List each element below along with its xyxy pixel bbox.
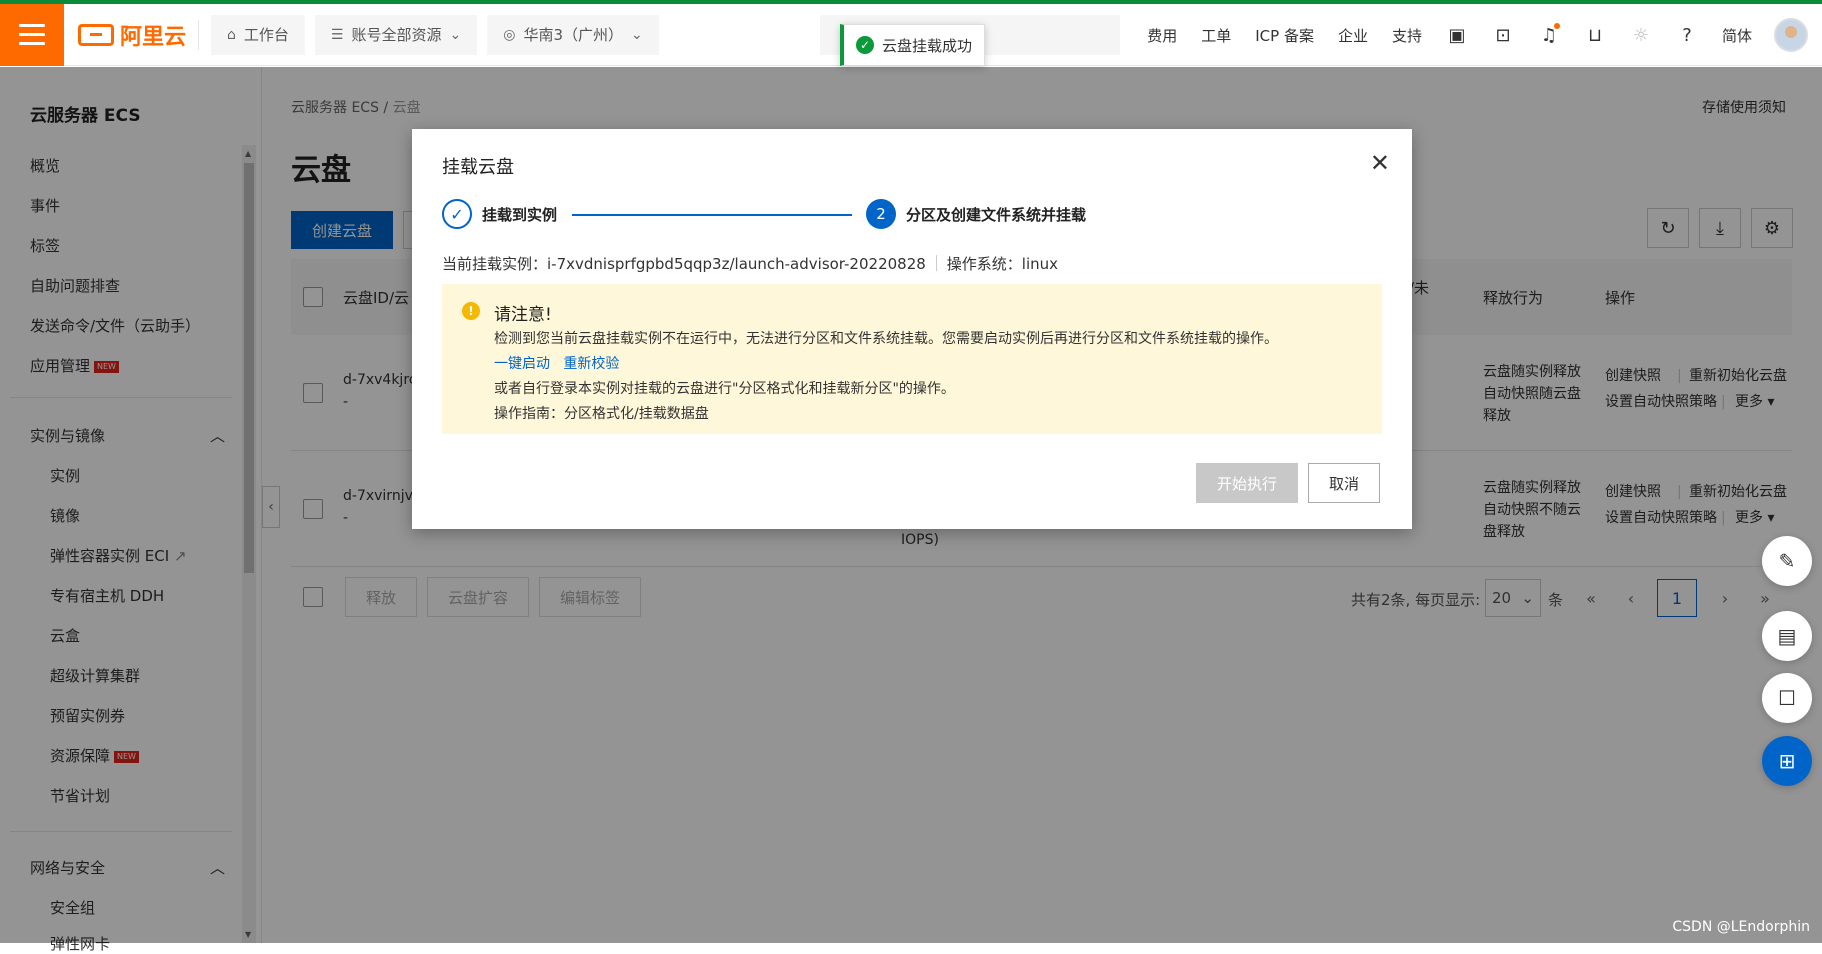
book-icon[interactable]: ▤ bbox=[1762, 611, 1812, 661]
warning-icon: ! bbox=[462, 302, 480, 320]
success-toast: ✓ 云盘挂载成功 bbox=[840, 24, 985, 66]
revalidate-link[interactable]: 重新校验 bbox=[563, 356, 619, 372]
help-icon[interactable]: ? bbox=[1664, 25, 1710, 46]
step-check-icon: ✓ bbox=[442, 199, 472, 229]
divider bbox=[936, 255, 937, 271]
terminal-icon[interactable]: ⊡ bbox=[1480, 25, 1526, 46]
mount-disk-modal: 挂载云盘 ✕ ✓ 挂载到实例 2 分区及创建文件系统并挂载 当前挂载实例：i-7… bbox=[412, 129, 1412, 529]
warning-text: 检测到您当前云盘挂载实例不在运行中，无法进行分区和文件系统挂载。您需要启动实例后… bbox=[494, 328, 1278, 348]
warning-actions: 一键启动 重新校验 bbox=[494, 353, 619, 373]
nav-fees[interactable]: 费用 bbox=[1135, 25, 1189, 46]
nav-enterprise[interactable]: 企业 bbox=[1326, 25, 1380, 46]
watermark: CSDN @LEndorphin bbox=[1672, 919, 1810, 935]
brand-name: 阿里云 bbox=[120, 19, 186, 51]
step1-label: 挂载到实例 bbox=[482, 204, 557, 225]
app-icon[interactable]: ▣ bbox=[1434, 25, 1480, 46]
start-instance-link[interactable]: 一键启动 bbox=[494, 356, 550, 372]
instance-label: 当前挂载实例：i-7xvdnisprfgpbd5qqp3z/launch-adv… bbox=[442, 253, 926, 274]
warning-text-manual: 或者自行登录本实例对挂载的云盘进行"分区格式化和挂载新分区"的操作。 bbox=[494, 378, 955, 398]
modal-title: 挂载云盘 bbox=[442, 153, 514, 179]
nav-support[interactable]: 支持 bbox=[1380, 25, 1434, 46]
cart-icon[interactable]: ⊔ bbox=[1572, 25, 1618, 46]
account-resources-label: 账号全部资源 bbox=[351, 24, 441, 45]
start-execute-button[interactable]: 开始执行 bbox=[1196, 463, 1298, 503]
instance-info: 当前挂载实例：i-7xvdnisprfgpbd5qqp3z/launch-adv… bbox=[442, 253, 1058, 274]
avatar[interactable] bbox=[1774, 18, 1808, 52]
language-switch[interactable]: 简体 bbox=[1710, 25, 1764, 46]
edit-icon[interactable]: ✎ bbox=[1762, 536, 1812, 586]
resources-icon: ☰ bbox=[331, 27, 344, 43]
aliyun-logo[interactable]: 阿里云 bbox=[78, 19, 186, 51]
warning-box: ! 请注意! 检测到您当前云盘挂载实例不在运行中，无法进行分区和文件系统挂载。您… bbox=[442, 284, 1382, 434]
warning-title: 请注意! bbox=[494, 300, 552, 325]
workbench-label: 工作台 bbox=[244, 24, 289, 45]
lightbulb-icon[interactable]: ☼ bbox=[1618, 25, 1664, 46]
region-dropdown[interactable]: ◎ 华南3（广州） ⌄ bbox=[487, 15, 659, 55]
step2-label: 分区及创建文件系统并挂载 bbox=[906, 204, 1086, 225]
workbench-button[interactable]: ⌂ 工作台 bbox=[211, 15, 305, 55]
location-icon: ◎ bbox=[503, 27, 515, 43]
step2-number: 2 bbox=[866, 199, 896, 229]
cancel-button[interactable]: 取消 bbox=[1308, 463, 1380, 503]
logo-mark-icon bbox=[78, 24, 114, 46]
close-icon[interactable]: ✕ bbox=[1370, 149, 1390, 177]
guide-link[interactable]: 操作指南：分区格式化/挂载数据盘 bbox=[494, 403, 709, 423]
nav-icp[interactable]: ICP 备案 bbox=[1243, 25, 1326, 46]
menu-icon[interactable] bbox=[0, 4, 64, 66]
top-right-nav: 费用 工单 ICP 备案 企业 支持 ▣ ⊡ ♫ ⊔ ☼ ? 简体 bbox=[1135, 4, 1822, 66]
chat-icon[interactable]: ☐ bbox=[1762, 673, 1812, 723]
check-circle-icon: ✓ bbox=[856, 36, 874, 54]
home-icon: ⌂ bbox=[227, 27, 236, 43]
divider bbox=[198, 20, 199, 50]
nav-tickets[interactable]: 工单 bbox=[1189, 25, 1243, 46]
os-label: 操作系统：linux bbox=[947, 253, 1058, 274]
account-resources-dropdown[interactable]: ☰ 账号全部资源 ⌄ bbox=[315, 15, 477, 55]
region-label: 华南3（广州） bbox=[523, 24, 623, 45]
apps-grid-icon[interactable]: ⊞ bbox=[1762, 736, 1812, 786]
toast-message: 云盘挂载成功 bbox=[882, 35, 972, 56]
chevron-down-icon: ⌄ bbox=[631, 27, 643, 43]
notification-dot bbox=[1554, 23, 1560, 29]
bell-icon[interactable]: ♫ bbox=[1526, 25, 1572, 46]
step-connector bbox=[572, 214, 852, 216]
chevron-down-icon: ⌄ bbox=[450, 27, 462, 43]
